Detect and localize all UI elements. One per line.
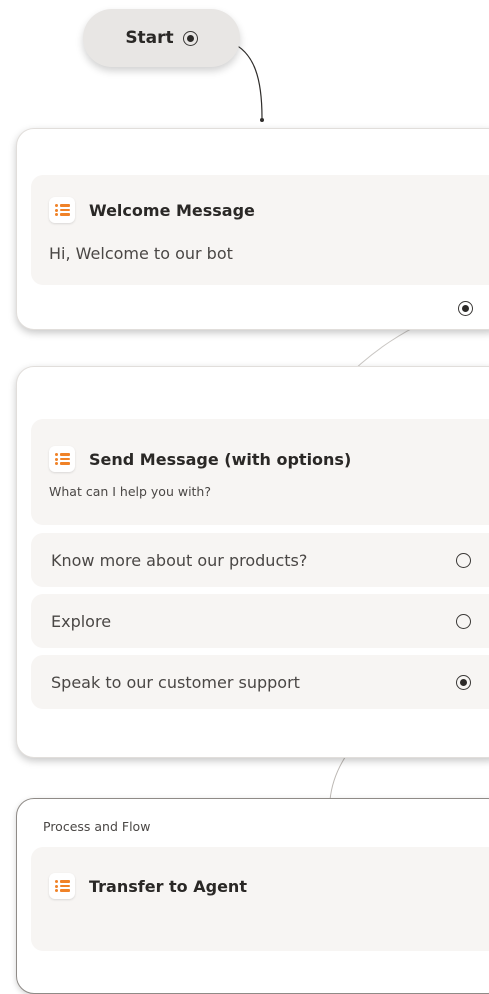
radio-unselected-icon[interactable] [456, 613, 471, 629]
send-message-options-node[interactable]: Send Message (with options) What can I h… [16, 366, 489, 758]
option-know-more[interactable]: Know more about our products? [31, 533, 489, 587]
start-node[interactable]: Start [83, 9, 240, 67]
welcome-message-text: Hi, Welcome to our bot [49, 244, 233, 263]
start-label: Start [125, 28, 174, 48]
send-message-block: Send Message (with options) What can I h… [31, 419, 489, 525]
section-caption: Process and Flow [43, 819, 151, 834]
radio-selected-icon[interactable] [456, 674, 471, 690]
option-label: Explore [51, 611, 112, 631]
option-speak-support[interactable]: Speak to our customer support [31, 655, 489, 709]
radio-unselected-icon[interactable] [456, 552, 471, 568]
radio-selected-icon[interactable] [458, 301, 473, 316]
send-message-title: Send Message (with options) [89, 449, 352, 469]
option-explore[interactable]: Explore [31, 594, 489, 648]
option-label: Know more about our products? [51, 550, 308, 570]
list-icon [49, 446, 75, 472]
radio-selected-icon[interactable] [182, 30, 198, 46]
welcome-message-title: Welcome Message [89, 200, 255, 220]
transfer-title: Transfer to Agent [89, 876, 247, 896]
list-icon [49, 873, 75, 899]
send-message-subtitle: What can I help you with? [49, 484, 211, 499]
welcome-message-node[interactable]: Welcome Message Hi, Welcome to our bot [16, 128, 489, 330]
welcome-message-block: Welcome Message Hi, Welcome to our bot [31, 175, 489, 285]
list-icon [49, 197, 75, 223]
transfer-to-agent-node[interactable]: Process and Flow Transfer to Agent [16, 798, 489, 994]
transfer-block: Transfer to Agent [31, 847, 489, 951]
option-label: Speak to our customer support [51, 672, 300, 692]
